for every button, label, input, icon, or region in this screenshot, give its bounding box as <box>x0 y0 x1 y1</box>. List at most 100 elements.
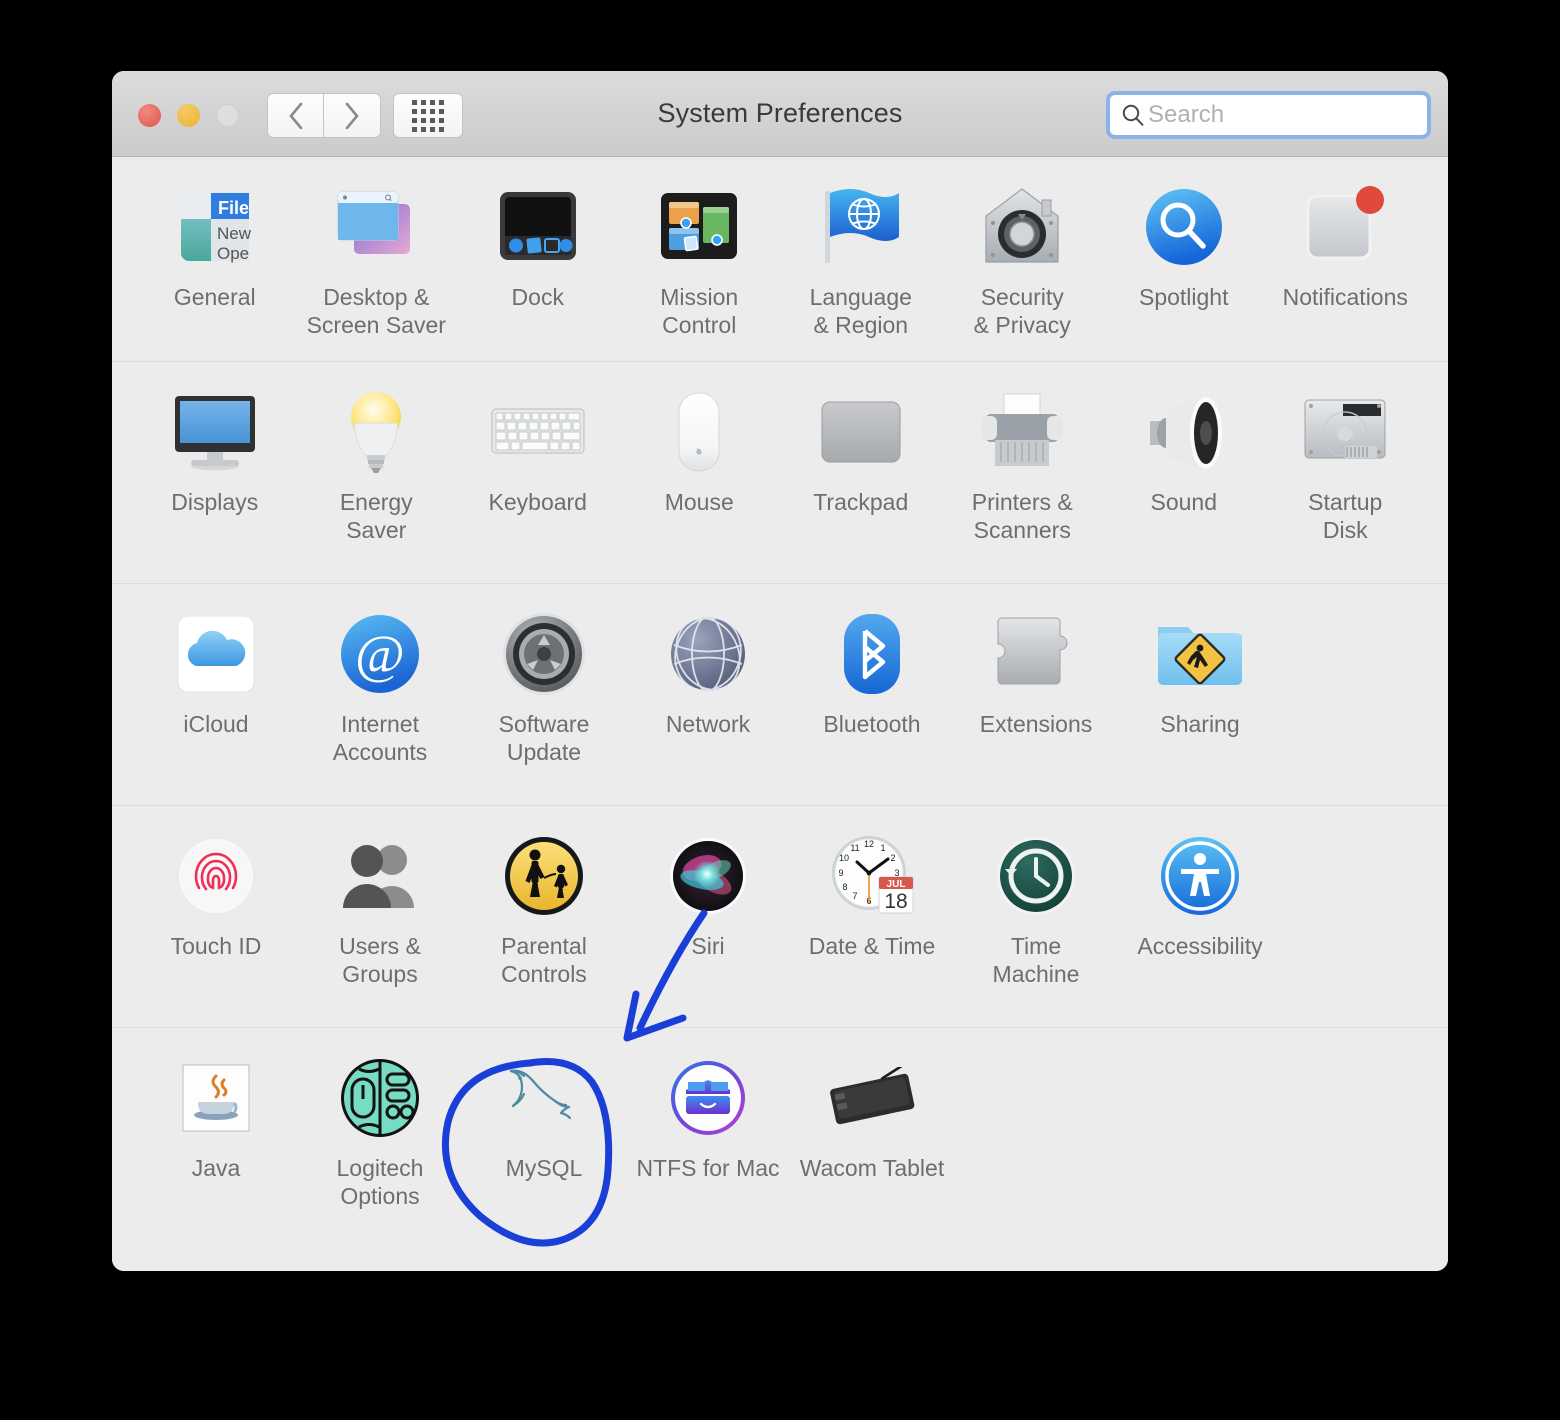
pref-item-network[interactable]: Network <box>626 606 790 805</box>
svg-text:8: 8 <box>842 882 847 892</box>
security-privacy-icon <box>974 179 1070 275</box>
svg-text:9: 9 <box>838 868 843 878</box>
svg-text:Ope: Ope <box>217 244 249 263</box>
svg-text:New: New <box>217 224 252 243</box>
pref-item-touch-id[interactable]: Touch ID <box>134 828 298 1027</box>
pref-item-mouse[interactable]: Mouse <box>619 384 781 583</box>
pref-item-label: Date & Time <box>808 933 936 959</box>
pref-item-notifications[interactable]: Notifications <box>1265 179 1427 361</box>
pref-item-date-time[interactable]: 1212 345 678 91011 JUL <box>790 828 954 1027</box>
icloud-icon <box>168 606 264 702</box>
pref-item-dock[interactable]: Dock <box>457 179 619 361</box>
pref-item-label: Notifications <box>1282 284 1408 310</box>
pref-item-label: General <box>173 284 256 310</box>
pref-item-label: NTFS for Mac <box>636 1155 780 1181</box>
sharing-icon <box>1152 606 1248 702</box>
pref-item-software-update[interactable]: Software Update <box>462 606 626 805</box>
users-groups-icon <box>332 828 428 924</box>
pref-item-label: Spotlight <box>1138 284 1229 310</box>
pref-item-spotlight[interactable]: Spotlight <box>1103 179 1265 361</box>
pref-item-bluetooth[interactable]: Bluetooth <box>790 606 954 805</box>
pref-item-label: Java <box>191 1155 241 1181</box>
search-input[interactable] <box>1148 101 1448 129</box>
pref-item-label: Mouse <box>664 489 734 515</box>
pref-item-label: Accessibility <box>1137 933 1263 959</box>
notifications-icon <box>1297 179 1393 275</box>
pref-item-logitech-options[interactable]: Logitech Options <box>298 1050 462 1243</box>
pref-item-label: Sharing <box>1160 711 1240 737</box>
pref-item-label: Startup Disk <box>1308 489 1383 544</box>
startup-disk-icon <box>1297 384 1393 480</box>
pref-item-label: Logitech Options <box>336 1155 424 1210</box>
pref-item-label: Internet Accounts <box>332 711 428 766</box>
pref-item-label: MySQL <box>505 1155 583 1181</box>
language-region-icon <box>813 179 909 275</box>
pref-item-label: Bluetooth <box>823 711 921 737</box>
pref-item-sound[interactable]: Sound <box>1103 384 1265 583</box>
pref-item-mission-control[interactable]: Mission Control <box>619 179 781 361</box>
pref-item-label: Extensions <box>979 711 1093 737</box>
pref-row: Touch ID Users & Groups Parental Control… <box>112 806 1448 1028</box>
pref-item-label: Language & Region <box>809 284 912 339</box>
pref-item-label: Trackpad <box>813 489 909 515</box>
trackpad-icon <box>813 384 909 480</box>
pref-item-label: Mission Control <box>660 284 739 339</box>
pref-item-trackpad[interactable]: Trackpad <box>780 384 942 583</box>
pref-item-label: Sound <box>1150 489 1217 515</box>
svg-text:12: 12 <box>864 839 874 849</box>
pref-item-sharing[interactable]: Sharing <box>1118 606 1282 805</box>
pref-item-label: Time Machine <box>992 933 1080 988</box>
pref-item-label: Siri <box>691 933 725 959</box>
pref-item-icloud[interactable]: iCloud <box>134 606 298 805</box>
pref-item-general[interactable]: File New Ope General <box>134 179 296 361</box>
pref-item-language-region[interactable]: Language & Region <box>780 179 942 361</box>
time-machine-icon <box>988 828 1084 924</box>
svg-text:JUL: JUL <box>887 879 906 890</box>
pref-item-printers-scanners[interactable]: Printers & Scanners <box>942 384 1104 583</box>
pref-item-energy-saver[interactable]: Energy Saver <box>296 384 458 583</box>
general-icon: File New Ope <box>167 179 263 275</box>
pref-item-users-groups[interactable]: Users & Groups <box>298 828 462 1027</box>
pref-item-displays[interactable]: Displays <box>134 384 296 583</box>
svg-text:7: 7 <box>852 891 857 901</box>
pref-item-security-privacy[interactable]: Security & Privacy <box>942 179 1104 361</box>
printers-scanners-icon <box>974 384 1070 480</box>
search-field[interactable] <box>1106 91 1448 139</box>
software-update-icon <box>496 606 592 702</box>
pref-row: iCloud @ Internet Accounts Software Upda… <box>112 584 1448 806</box>
pref-item-siri[interactable]: Siri <box>626 828 790 1027</box>
pref-item-label: Network <box>665 711 751 737</box>
mission-control-icon <box>651 179 747 275</box>
wacom-tablet-icon <box>824 1050 920 1146</box>
displays-icon <box>167 384 263 480</box>
pref-item-extensions[interactable]: Extensions <box>954 606 1118 805</box>
touch-id-icon <box>168 828 264 924</box>
preferences-grid: File New Ope General Desktop & Screen Sa… <box>112 157 1448 1271</box>
pref-row: Java Logitech Options MySQL NTFS for Mac… <box>112 1028 1448 1243</box>
mouse-icon <box>651 384 747 480</box>
pref-item-time-machine[interactable]: Time Machine <box>954 828 1118 1027</box>
pref-item-wacom-tablet[interactable]: Wacom Tablet <box>790 1050 954 1243</box>
pref-item-ntfs-for-mac[interactable]: NTFS for Mac <box>626 1050 790 1243</box>
pref-item-accessibility[interactable]: Accessibility <box>1118 828 1282 1027</box>
pref-item-mysql[interactable]: MySQL <box>462 1050 626 1243</box>
sound-icon <box>1136 384 1232 480</box>
spotlight-icon <box>1136 179 1232 275</box>
pref-item-startup-disk[interactable]: Startup Disk <box>1265 384 1427 583</box>
pref-item-label: Touch ID <box>170 933 262 959</box>
svg-text:10: 10 <box>839 853 849 863</box>
ntfs-for-mac-icon <box>660 1050 756 1146</box>
window-toolbar: System Preferences <box>112 71 1448 157</box>
pref-item-label: Printers & Scanners <box>971 489 1073 544</box>
java-icon <box>168 1050 264 1146</box>
pref-item-keyboard[interactable]: Keyboard <box>457 384 619 583</box>
internet-accounts-icon: @ <box>332 606 428 702</box>
pref-item-parental-controls[interactable]: Parental Controls <box>462 828 626 1027</box>
energy-saver-icon <box>328 384 424 480</box>
pref-item-java[interactable]: Java <box>134 1050 298 1243</box>
system-preferences-window: System Preferences Search File New Ope G… <box>112 71 1448 1271</box>
pref-item-internet-accounts[interactable]: @ Internet Accounts <box>298 606 462 805</box>
pref-item-desktop-screen-saver[interactable]: Desktop & Screen Saver <box>296 179 458 361</box>
logitech-options-icon <box>332 1050 428 1146</box>
svg-text:@: @ <box>355 624 405 684</box>
